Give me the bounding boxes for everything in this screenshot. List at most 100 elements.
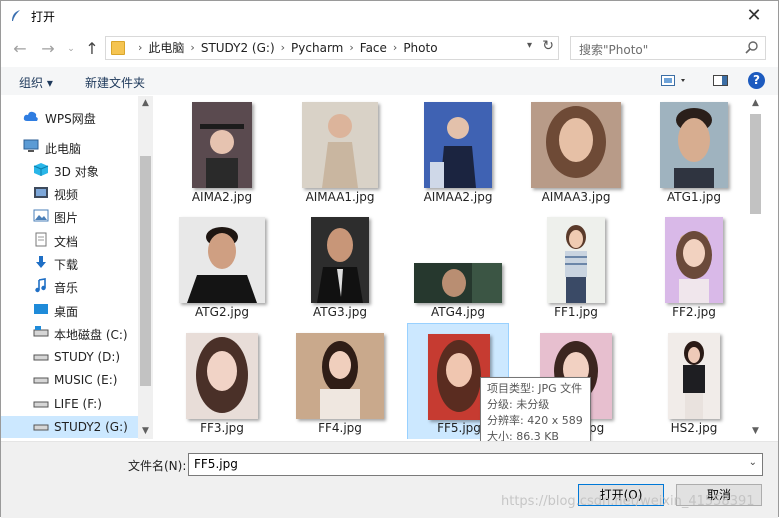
- tooltip-resolution: 分辨率: 420 x 589: [487, 414, 583, 427]
- chevron-down-icon[interactable]: ▾: [527, 40, 532, 51]
- file-tile[interactable]: ATG1.jpg: [643, 96, 745, 214]
- sidebar-item-drive-g[interactable]: STUDY2 (G:): [1, 416, 138, 438]
- file-list-scrollbar[interactable]: ▲ ▼: [748, 96, 763, 439]
- scrollbar-thumb[interactable]: [750, 114, 761, 214]
- file-tile[interactable]: FF1.jpg: [525, 211, 627, 329]
- drive-icon: [33, 326, 49, 337]
- dialog-footer: 文件名(N): FF5.jpg ⌄ 打开(O) 取消 https://blog.…: [1, 441, 778, 518]
- file-name: FF3.jpg: [200, 421, 244, 435]
- address-bar[interactable]: › 此电脑 › STUDY2 (G:) › Pycharm › Face › P…: [105, 36, 559, 60]
- file-tile[interactable]: AIMA2.jpg: [171, 96, 273, 214]
- sidebar-item-desktop[interactable]: 桌面: [1, 299, 138, 321]
- sidebar-item-downloads[interactable]: 下载: [1, 252, 138, 274]
- navigation-pane: WPS网盘 此电脑 3D 对象 视频 图片 文档 下载 音乐 桌面 本地磁盘 (…: [1, 96, 153, 439]
- photo-thumbnail: [414, 263, 502, 303]
- sidebar-item-drive-e[interactable]: MUSIC (E:): [1, 369, 138, 391]
- tooltip-type: 项目类型: JPG 文件: [487, 382, 583, 395]
- search-box[interactable]: 搜索"Photo": [570, 36, 766, 60]
- sidebar-item-documents[interactable]: 文档: [1, 229, 138, 251]
- scroll-up-icon[interactable]: ▲: [138, 96, 153, 111]
- filename-label: 文件名(N):: [128, 459, 187, 473]
- drive-icon: [33, 424, 49, 431]
- organize-button[interactable]: 组织 ▾: [19, 74, 53, 91]
- sidebar-item-this-pc[interactable]: 此电脑: [1, 136, 138, 158]
- sidebar-item-pictures[interactable]: 图片: [1, 205, 138, 227]
- photo-thumbnail: [296, 333, 384, 419]
- up-arrow-icon[interactable]: ↑: [82, 39, 102, 59]
- recent-dropdown-icon[interactable]: ⌄: [61, 39, 81, 59]
- file-tile[interactable]: FF3.jpg: [171, 327, 273, 439]
- scroll-down-icon[interactable]: ▼: [138, 424, 153, 439]
- sidebar-item-drive-f[interactable]: LIFE (F:): [1, 393, 138, 415]
- file-name: HS2.jpg: [670, 421, 718, 435]
- photo-thumbnail: [660, 102, 728, 188]
- help-icon[interactable]: ?: [748, 72, 765, 89]
- file-tile[interactable]: FF4.jpg: [289, 327, 391, 439]
- file-tile[interactable]: ATG4.jpg: [407, 211, 509, 329]
- breadcrumb-item[interactable]: STUDY2 (G:): [197, 40, 279, 56]
- filename-value[interactable]: FF5.jpg: [194, 457, 238, 471]
- sidebar-scrollbar[interactable]: ▲ ▼: [138, 96, 153, 439]
- back-arrow-icon[interactable]: ←: [10, 39, 30, 59]
- photo-thumbnail: [311, 217, 369, 303]
- photo-thumbnail: [424, 102, 492, 188]
- chevron-down-icon[interactable]: ⌄: [749, 457, 757, 468]
- breadcrumb-item[interactable]: Face: [356, 40, 391, 56]
- cloud-icon: [23, 111, 38, 121]
- preview-pane-icon[interactable]: [713, 75, 729, 87]
- sidebar-item-videos[interactable]: 视频: [1, 182, 138, 204]
- sidebar-item-drive-d[interactable]: STUDY (D:): [1, 346, 138, 368]
- breadcrumb-item[interactable]: 此电脑: [144, 40, 188, 56]
- file-tile[interactable]: FF2.jpg: [643, 211, 745, 329]
- scrollbar-thumb[interactable]: [140, 156, 151, 386]
- drive-icon: [33, 354, 49, 361]
- photo-thumbnail: [192, 102, 252, 188]
- refresh-icon[interactable]: ↻: [542, 38, 554, 54]
- photo-thumbnail: [547, 217, 605, 303]
- document-icon: [35, 232, 47, 247]
- file-name: FF1.jpg: [554, 305, 598, 319]
- breadcrumb-item[interactable]: Pycharm: [287, 40, 347, 56]
- new-folder-button[interactable]: 新建文件夹: [85, 74, 145, 91]
- forward-arrow-icon[interactable]: →: [38, 39, 58, 59]
- computer-icon: [23, 139, 39, 152]
- picture-icon: [33, 209, 49, 222]
- close-icon[interactable]: ✕: [736, 3, 772, 29]
- drive-icon: [33, 377, 49, 384]
- file-tile[interactable]: AIMAA1.jpg: [289, 96, 391, 214]
- sidebar-item-wps-cloud[interactable]: WPS网盘: [1, 106, 138, 128]
- sidebar-item-music[interactable]: 音乐: [1, 275, 138, 297]
- search-input[interactable]: 搜索"Photo": [579, 41, 648, 58]
- navigation-bar: ← → ⌄ ↑ › 此电脑 › STUDY2 (G:) › Pycharm › …: [1, 31, 778, 67]
- scroll-down-icon[interactable]: ▼: [748, 424, 763, 439]
- open-file-dialog: 打开 ✕ ← → ⌄ ↑ › 此电脑 › STUDY2 (G:) › Pycha…: [0, 0, 779, 518]
- file-list: AIMA2.jpg AIMAA1.jpg AIMAA2.jpg AIMAA3.j…: [154, 96, 763, 439]
- download-icon: [36, 256, 46, 268]
- view-options-icon[interactable]: [661, 75, 689, 87]
- filename-field[interactable]: FF5.jpg ⌄: [188, 453, 763, 476]
- file-tile[interactable]: HS2.jpg: [643, 327, 745, 439]
- breadcrumb: › 此电脑 › STUDY2 (G:) › Pycharm › Face › P…: [136, 40, 442, 56]
- sidebar-item-3d-objects[interactable]: 3D 对象: [1, 159, 138, 181]
- scroll-up-icon[interactable]: ▲: [748, 96, 763, 111]
- file-tile[interactable]: ATG3.jpg: [289, 211, 391, 329]
- window-title: 打开: [31, 10, 56, 24]
- search-icon: [745, 41, 758, 54]
- file-name: ATG1.jpg: [667, 190, 721, 204]
- feather-icon: [12, 10, 20, 21]
- file-name: FF2.jpg: [672, 305, 716, 319]
- file-name: ATG3.jpg: [313, 305, 367, 319]
- command-bar: 组织 ▾ 新建文件夹 ?: [1, 67, 778, 95]
- file-tile[interactable]: ATG2.jpg: [171, 211, 273, 329]
- file-tile[interactable]: AIMAA3.jpg: [525, 96, 627, 214]
- watermark-text: https://blog.csdn.net/weixin_41558391: [501, 494, 755, 509]
- tooltip-rating: 分级: 未分级: [487, 398, 550, 411]
- photo-thumbnail: [186, 333, 258, 419]
- file-tile[interactable]: AIMAA2.jpg: [407, 96, 509, 214]
- breadcrumb-item[interactable]: Photo: [399, 40, 441, 56]
- photo-thumbnail: [531, 102, 621, 188]
- photo-thumbnail: [668, 333, 720, 419]
- sidebar-item-drive-c[interactable]: 本地磁盘 (C:): [1, 322, 138, 344]
- cube-icon: [33, 163, 49, 176]
- folder-icon: [111, 41, 125, 55]
